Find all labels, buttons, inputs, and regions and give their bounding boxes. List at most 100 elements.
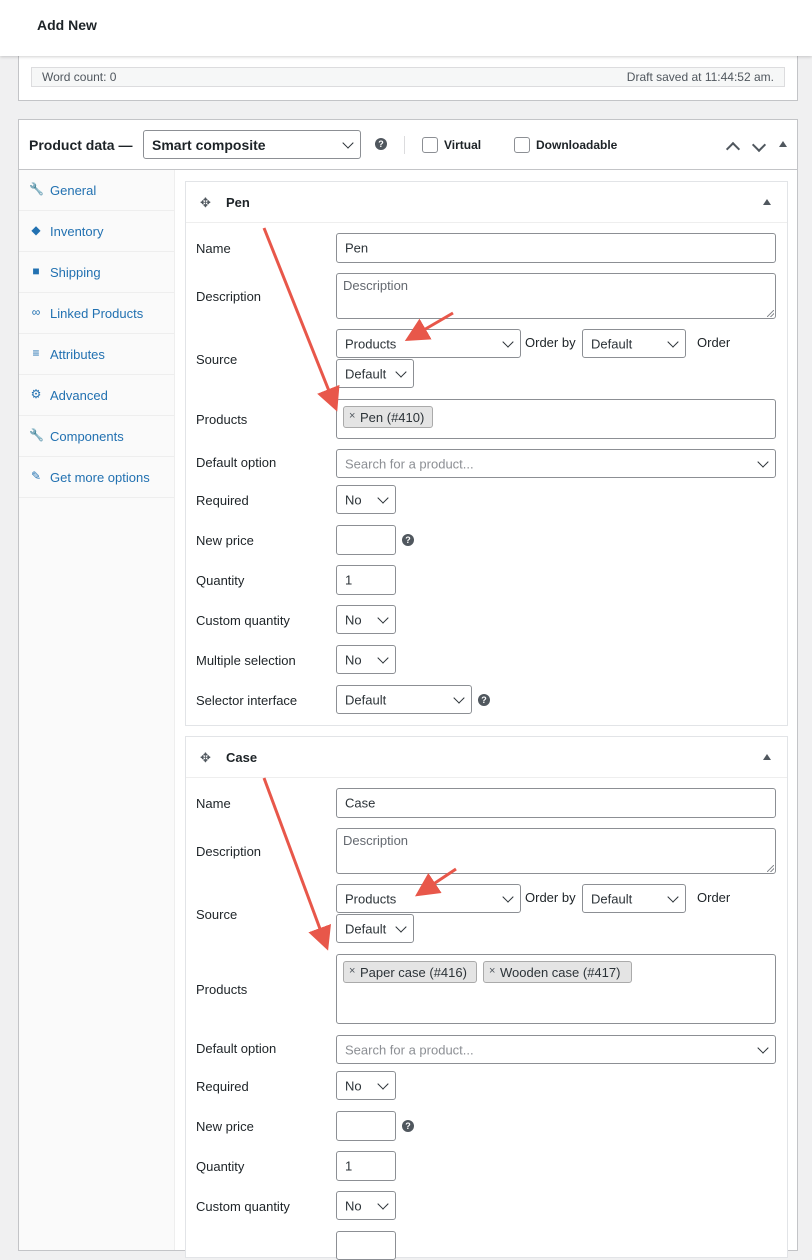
collapse-component-icon[interactable] (763, 754, 771, 760)
tab-label: Attributes (50, 347, 105, 362)
move-down-icon[interactable] (752, 140, 762, 150)
default-option-select[interactable]: Search for a product... (336, 1035, 776, 1064)
next-select-partial[interactable] (336, 1231, 396, 1260)
chevron-down-icon (377, 1197, 389, 1210)
tab-advanced[interactable]: ⚙ Advanced (19, 375, 174, 416)
help-icon[interactable]: ? (375, 138, 387, 150)
product-tag[interactable]: × Pen (#410) (343, 406, 433, 428)
order-by-value: Default (591, 891, 633, 906)
chevron-down-icon (377, 491, 389, 504)
tab-attributes[interactable]: ≡ Attributes (19, 334, 174, 375)
name-input[interactable]: Case (336, 788, 776, 818)
quantity-input[interactable]: 1 (336, 1151, 396, 1181)
source-select[interactable]: Products (336, 884, 521, 913)
description-placeholder: Description (343, 833, 409, 848)
custom-quantity-value: No (345, 1198, 362, 1213)
order-label: Order (697, 335, 731, 350)
tab-inventory[interactable]: ◆ Inventory (19, 211, 174, 252)
order-by-label: Order by (525, 890, 576, 905)
order-by-select[interactable]: Default (582, 329, 686, 358)
truck-icon: ■ (32, 264, 40, 278)
collapse-panel-icon[interactable] (779, 141, 787, 147)
component-title: Case (226, 750, 258, 765)
wrench-icon: 🔧 (29, 182, 44, 196)
help-icon[interactable]: ? (402, 534, 414, 546)
resize-handle-icon[interactable] (767, 865, 774, 872)
name-value: Case (345, 795, 376, 811)
product-tag-label: Wooden case (#417) (500, 965, 621, 980)
order-value: Default (345, 366, 387, 381)
chevron-down-icon (667, 335, 679, 348)
products-label: Products (196, 982, 248, 997)
remove-icon[interactable]: × (489, 965, 495, 977)
tab-get-more-options[interactable]: ✎ Get more options (19, 457, 174, 498)
quantity-value: 1 (345, 1158, 353, 1174)
collapse-component-icon[interactable] (763, 199, 771, 205)
quantity-input[interactable]: 1 (336, 565, 396, 595)
source-select[interactable]: Products (336, 329, 521, 358)
editor-status-bar: Word count: 0 Draft saved at 11:44:52 am… (31, 67, 785, 87)
default-option-select[interactable]: Search for a product... (336, 449, 776, 478)
chevron-down-icon (395, 365, 407, 378)
new-price-label: New price (196, 533, 254, 548)
product-data-label: Product data — (29, 137, 133, 153)
selector-interface-select[interactable]: Default (336, 685, 472, 714)
downloadable-checkbox[interactable] (514, 137, 530, 153)
move-handle-icon[interactable]: ✥ (200, 750, 211, 766)
move-up-icon[interactable] (726, 140, 736, 150)
tab-general[interactable]: 🔧 General (19, 170, 174, 211)
move-handle-icon[interactable]: ✥ (200, 195, 211, 211)
product-type-select[interactable]: Smart composite (143, 130, 361, 159)
product-tag-label: Paper case (#416) (360, 965, 467, 980)
required-select[interactable]: No (336, 1071, 396, 1100)
resize-handle-icon[interactable] (767, 310, 774, 317)
help-icon[interactable]: ? (402, 1120, 414, 1132)
order-by-select[interactable]: Default (582, 884, 686, 913)
multiple-selection-label: Multiple selection (196, 653, 296, 668)
description-placeholder: Description (343, 278, 409, 293)
products-select[interactable]: × Pen (#410) (336, 399, 776, 439)
chevron-down-icon (377, 1077, 389, 1090)
chevron-down-icon (502, 890, 514, 903)
tab-components[interactable]: 🔧 Components (19, 416, 174, 457)
component-pen: ✥ Pen Name Pen Description Description S… (185, 181, 788, 726)
remove-icon[interactable]: × (349, 410, 355, 422)
source-label: Source (196, 352, 238, 367)
component-header[interactable]: ✥ Case (186, 737, 787, 778)
custom-quantity-select[interactable]: No (336, 605, 396, 634)
chevron-down-icon (342, 136, 354, 149)
component-header[interactable]: ✥ Pen (186, 182, 787, 223)
name-value: Pen (345, 240, 369, 256)
wrench-icon: 🔧 (29, 428, 44, 442)
remove-icon[interactable]: × (349, 965, 355, 977)
divider (404, 136, 405, 154)
new-price-input[interactable] (336, 1111, 396, 1141)
description-textarea[interactable]: Description (336, 273, 776, 319)
selector-interface-value: Default (345, 692, 387, 707)
description-textarea[interactable]: Description (336, 828, 776, 874)
tab-linked-products[interactable]: ∞ Linked Products (19, 293, 174, 334)
order-select[interactable]: Default (336, 359, 414, 388)
name-input[interactable]: Pen (336, 233, 776, 263)
product-tag[interactable]: × Paper case (#416) (343, 961, 477, 983)
virtual-checkbox[interactable] (422, 137, 438, 153)
top-bar: Add New (0, 0, 812, 56)
quantity-label: Quantity (196, 1159, 245, 1174)
help-icon[interactable]: ? (478, 694, 490, 706)
order-select[interactable]: Default (336, 914, 414, 943)
component-case: ✥ Case Name Case Description Description… (185, 736, 788, 1260)
products-select[interactable]: × Paper case (#416) × Wooden case (#417) (336, 954, 776, 1024)
new-price-input[interactable] (336, 525, 396, 555)
custom-quantity-value: No (345, 612, 362, 627)
word-count: Word count: 0 (42, 70, 117, 84)
tab-shipping[interactable]: ■ Shipping (19, 252, 174, 293)
search-placeholder: Search for a product... (345, 1042, 474, 1057)
multiple-selection-value: No (345, 652, 362, 667)
chevron-down-icon (502, 335, 514, 348)
default-option-label: Default option (196, 1041, 277, 1056)
custom-quantity-select[interactable]: No (336, 1191, 396, 1220)
multiple-selection-select[interactable]: No (336, 645, 396, 674)
custom-quantity-label: Custom quantity (196, 613, 290, 628)
required-select[interactable]: No (336, 485, 396, 514)
product-tag[interactable]: × Wooden case (#417) (483, 961, 632, 983)
